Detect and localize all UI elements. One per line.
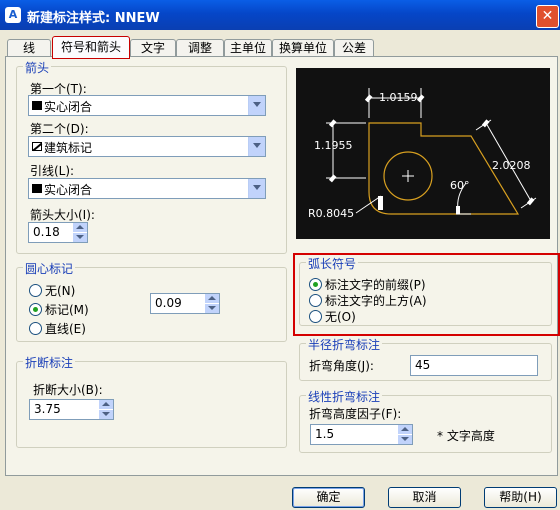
center-mark-mark-radio[interactable] (29, 303, 42, 316)
app-icon: A (5, 7, 21, 23)
chevron-down-icon[interactable] (248, 137, 265, 156)
jog-angle-value: 45 (415, 358, 431, 372)
tab-primary-units[interactable]: 主单位 (224, 39, 272, 57)
center-mark-mark-label: 标记(M) (45, 303, 89, 317)
center-mark-line-radio[interactable] (29, 322, 42, 335)
center-marks-legend: 圆心标记 (23, 260, 76, 277)
first-arrow-value: 实心闭合 (44, 100, 93, 114)
arrowheads-legend: 箭头 (23, 59, 52, 76)
arrow-size-label: 箭头大小(I): (30, 208, 95, 222)
preview-pane: 1.0159 1.1955 2.0208 60° R0.8045 (296, 68, 550, 239)
chevron-down-icon[interactable] (248, 96, 265, 115)
spin-down-icon[interactable] (398, 435, 412, 444)
tab-tolerances[interactable]: 公差 (334, 39, 374, 57)
arc-none-radio[interactable] (309, 310, 322, 323)
spin-up-icon[interactable] (73, 223, 87, 233)
radius-jog-legend: 半径折弯标注 (306, 336, 383, 353)
tab-lines[interactable]: 线 (7, 39, 51, 57)
first-arrow-select[interactable]: 实心闭合 (28, 95, 266, 116)
cancel-button[interactable]: 取消 (388, 487, 461, 508)
close-button[interactable]: ✕ (536, 5, 559, 28)
help-button[interactable]: 帮助(H) (484, 487, 557, 508)
chevron-down-icon[interactable] (248, 179, 265, 198)
preview-drawing: 1.0159 1.1955 2.0208 60° R0.8045 (308, 88, 537, 220)
ok-button[interactable]: 确定 (292, 487, 365, 508)
arrow-size-value: 0.18 (33, 225, 60, 239)
title-bar: A 新建标注样式: NNEW ✕ (0, 0, 560, 30)
spin-down-icon[interactable] (205, 304, 219, 313)
break-size-label: 折断大小(B): (33, 383, 103, 397)
break-size-value: 3.75 (34, 402, 61, 416)
leader-arrow-label: 引线(L): (30, 164, 75, 178)
tab-alternate-units[interactable]: 换算单位 (272, 39, 334, 57)
break-size-spinner[interactable]: 3.75 (29, 399, 114, 420)
window-title: 新建标注样式: NNEW (27, 11, 160, 26)
preview-dim-slope: 2.0208 (492, 159, 531, 172)
second-arrow-select[interactable]: 建筑标记 (28, 136, 266, 157)
preview-dim-width: 1.0159 (379, 91, 418, 104)
spin-up-icon[interactable] (99, 400, 113, 410)
architectural-tick-icon (32, 142, 42, 151)
center-mark-size-spinner[interactable]: 0.09 (150, 293, 220, 314)
arc-prefix-label: 标注文字的前缀(P) (325, 278, 426, 292)
arc-above-label: 标注文字的上方(A) (325, 294, 427, 308)
arc-above-radio[interactable] (309, 294, 322, 307)
jog-height-label: 折弯高度因子(F): (309, 407, 402, 421)
break-legend: 折断标注 (23, 354, 76, 371)
arrow-size-spinner[interactable]: 0.18 (28, 222, 88, 243)
center-mark-size-value: 0.09 (155, 296, 182, 310)
jog-angle-label: 折弯角度(J): (309, 359, 374, 373)
spin-up-icon[interactable] (205, 294, 219, 304)
leader-arrow-select[interactable]: 实心闭合 (28, 178, 266, 199)
second-arrow-label: 第二个(D): (30, 122, 89, 136)
linear-jog-legend: 线性折弯标注 (306, 388, 383, 405)
jog-height-value: 1.5 (315, 427, 335, 441)
text-height-suffix: * 文字高度 (437, 429, 495, 443)
closed-filled-arrow-icon (32, 184, 42, 193)
arc-none-label: 无(O) (325, 310, 356, 324)
jog-height-spinner[interactable]: 1.5 (310, 424, 413, 445)
center-mark-line-label: 直线(E) (45, 322, 86, 336)
preview-angle: 60° (450, 179, 470, 192)
center-mark-none-label: 无(N) (45, 284, 76, 298)
spin-up-icon[interactable] (398, 425, 412, 435)
preview-dim-height: 1.1955 (314, 139, 353, 152)
center-mark-none-radio[interactable] (29, 284, 42, 297)
spin-down-icon[interactable] (99, 410, 113, 419)
spin-down-icon[interactable] (73, 233, 87, 242)
jog-angle-input[interactable]: 45 (410, 355, 538, 376)
second-arrow-value: 建筑标记 (44, 141, 93, 155)
closed-filled-arrow-icon (32, 101, 42, 110)
preview-radius: R0.8045 (308, 207, 354, 220)
leader-arrow-value: 实心闭合 (44, 183, 93, 197)
tab-fit[interactable]: 调整 (176, 39, 224, 57)
tab-text[interactable]: 文字 (130, 39, 176, 57)
arc-prefix-radio[interactable] (309, 278, 322, 291)
tab-symbols-arrows[interactable]: 符号和箭头 (52, 36, 130, 59)
